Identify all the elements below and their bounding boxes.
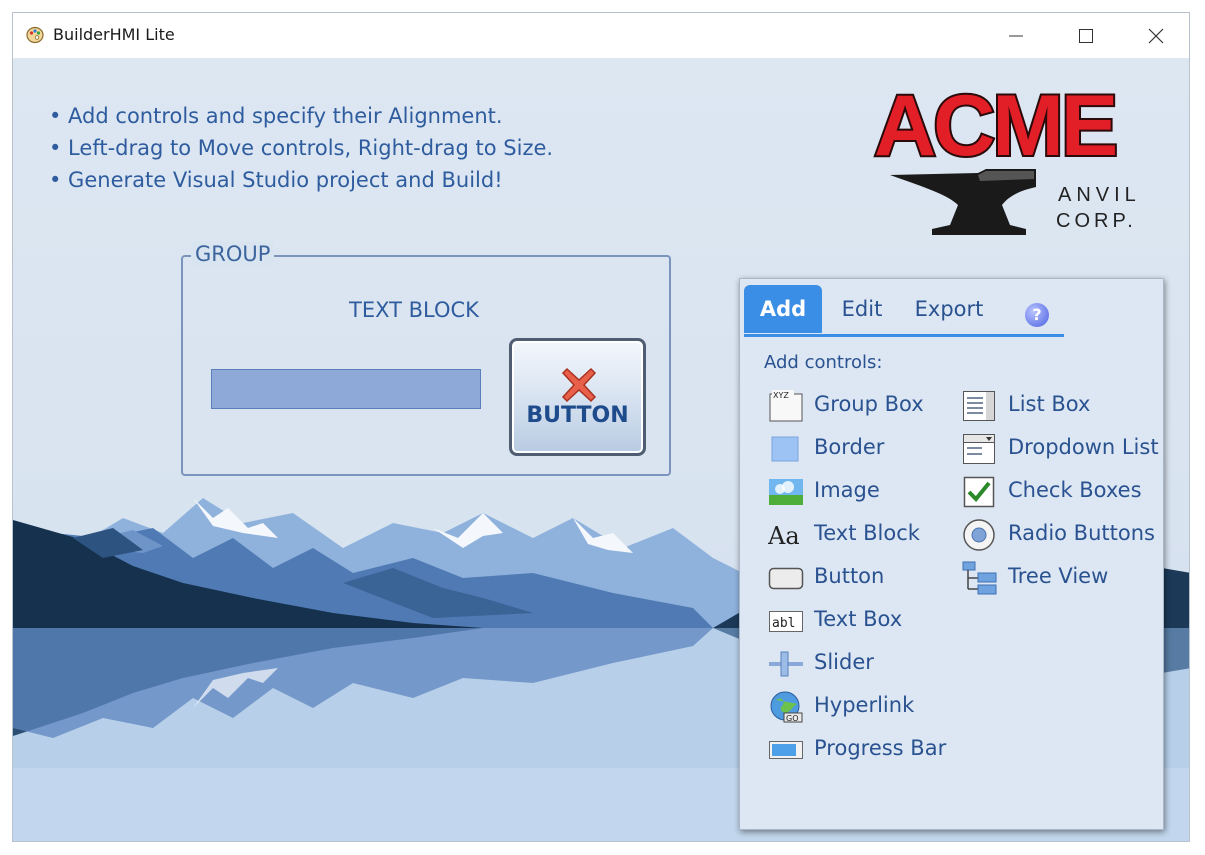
instruction-item: • Add controls and specify their Alignme…	[49, 104, 503, 128]
border-icon	[768, 432, 804, 466]
red-x-icon	[561, 367, 597, 403]
tab-add[interactable]: Add	[744, 285, 822, 333]
acme-logo: ACME ANVIL CORP.	[868, 76, 1168, 247]
tab-strip: Add Edit Export ?	[744, 285, 1064, 335]
progress-bar-control[interactable]	[211, 369, 481, 409]
hyperlink-icon: GO	[768, 690, 804, 724]
control-label: Radio Buttons	[1008, 521, 1155, 545]
slider-icon	[768, 647, 804, 681]
close-icon	[1148, 28, 1164, 44]
design-canvas[interactable]: • Add controls and specify their Alignme…	[13, 58, 1189, 841]
tab-underline	[744, 334, 1064, 337]
instructions-list: • Add controls and specify their Alignme…	[49, 100, 553, 196]
button-icon	[768, 561, 804, 595]
tab-export[interactable]: Export	[909, 285, 989, 333]
radio-buttons-icon	[962, 518, 998, 552]
image-icon	[768, 475, 804, 509]
svg-text:GO: GO	[786, 714, 799, 723]
control-label: Text Block	[814, 521, 920, 545]
app-window: BuilderHMI Lite • Add controls and speci…	[12, 12, 1190, 842]
control-label: Slider	[814, 650, 874, 674]
instruction-item: • Left-drag to Move controls, Right-drag…	[49, 136, 554, 160]
logo-line2: CORP.	[1056, 210, 1137, 232]
svg-text:ACME: ACME	[874, 83, 1115, 174]
check-boxes-icon	[962, 475, 998, 509]
button-control[interactable]: BUTTON	[509, 338, 646, 456]
text-block-control[interactable]: TEXT BLOCK	[349, 298, 479, 322]
maximize-icon	[1079, 29, 1093, 43]
toolbox-panel: Add Edit Export ? Add controls: XYZ Grou…	[739, 278, 1164, 830]
control-label: Button	[814, 564, 885, 588]
control-label: Image	[814, 478, 880, 502]
control-label: Hyperlink	[814, 693, 915, 717]
list-box-icon	[962, 389, 998, 423]
control-label: List Box	[1008, 392, 1091, 416]
control-label: Text Box	[814, 607, 903, 631]
palette-icon	[26, 26, 44, 44]
title-bar[interactable]: BuilderHMI Lite	[13, 13, 1189, 58]
control-label: Border	[814, 435, 885, 459]
progress-bar-icon	[768, 733, 804, 767]
svg-text:abl: abl	[772, 616, 795, 631]
tab-edit[interactable]: Edit	[832, 285, 892, 333]
maximize-button[interactable]	[1063, 13, 1109, 58]
minimize-button[interactable]	[993, 13, 1039, 58]
group-label: GROUP	[191, 242, 275, 266]
svg-text:XYZ: XYZ	[773, 391, 789, 400]
minimize-icon	[1009, 35, 1023, 37]
control-label: Dropdown List	[1008, 435, 1159, 459]
dropdown-list-icon	[962, 432, 998, 466]
instruction-item: • Generate Visual Studio project and Bui…	[49, 168, 503, 192]
add-controls-heading: Add controls:	[764, 352, 883, 373]
logo-line1: ANVIL	[1058, 184, 1141, 206]
tree-view-icon	[962, 561, 998, 595]
svg-text:Aa: Aa	[768, 522, 800, 550]
control-label: Group Box	[814, 392, 924, 416]
group-box-icon: XYZ	[768, 389, 804, 423]
control-label: Tree View	[1008, 564, 1109, 588]
help-icon[interactable]: ?	[1025, 303, 1049, 327]
control-label: Check Boxes	[1008, 478, 1142, 502]
button-label: BUTTON	[526, 403, 629, 428]
text-block-icon: Aa	[768, 518, 804, 552]
close-button[interactable]	[1133, 13, 1179, 58]
text-box-icon: abl	[768, 604, 804, 638]
window-title: BuilderHMI Lite	[53, 25, 175, 44]
control-label: Progress Bar	[814, 736, 947, 760]
